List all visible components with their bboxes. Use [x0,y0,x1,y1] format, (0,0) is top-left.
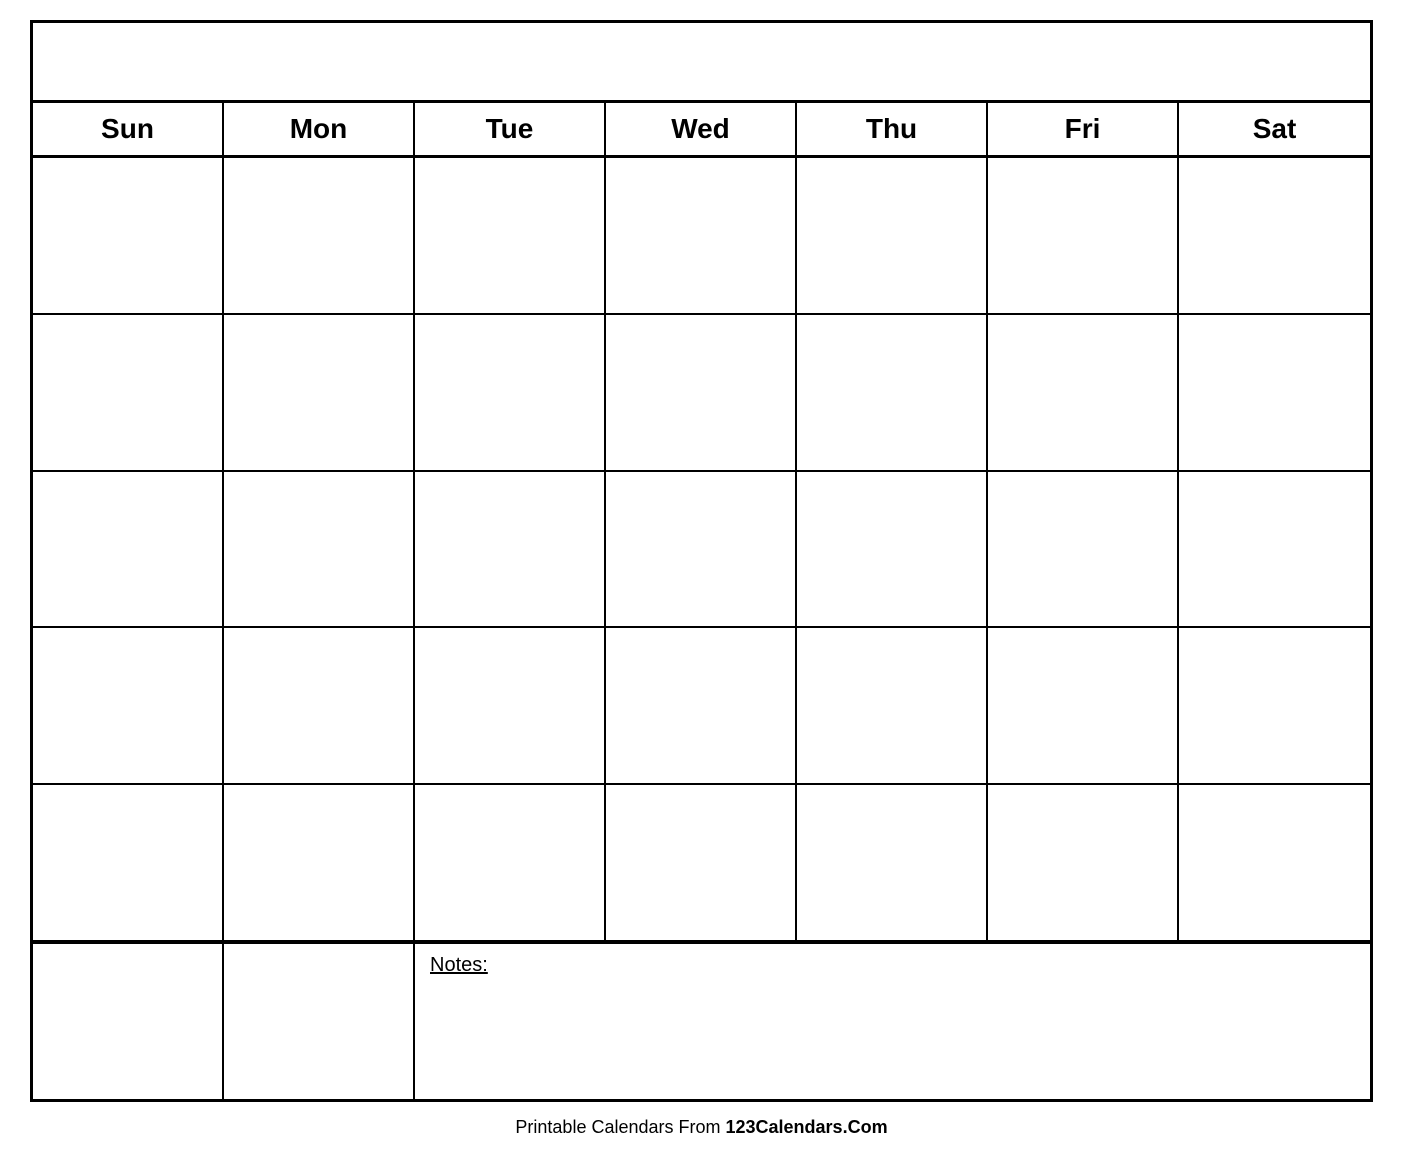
day-cell[interactable] [988,315,1179,470]
day-cell[interactable] [33,158,224,313]
day-cell[interactable] [988,158,1179,313]
day-cell[interactable] [415,628,606,783]
calendar-title-row [33,23,1370,103]
notes-row: Notes: [33,942,1370,1099]
week-row-3 [33,472,1370,629]
day-cell[interactable] [1179,785,1370,940]
day-cell[interactable] [415,315,606,470]
notes-empty-cell-2 [224,944,415,1099]
day-cell[interactable] [606,158,797,313]
header-wed: Wed [606,103,797,155]
day-cell[interactable] [33,785,224,940]
day-cell[interactable] [224,628,415,783]
footer: Printable Calendars From 123Calendars.Co… [515,1112,887,1143]
header-sun: Sun [33,103,224,155]
day-cell[interactable] [606,785,797,940]
header-thu: Thu [797,103,988,155]
day-cell[interactable] [797,315,988,470]
day-cell[interactable] [606,472,797,627]
week-row-5 [33,785,1370,942]
day-cell[interactable] [33,315,224,470]
day-cell[interactable] [606,628,797,783]
day-cell[interactable] [415,158,606,313]
calendar-grid: Sun Mon Tue Wed Thu Fri Sat [33,103,1370,1099]
day-cell[interactable] [415,785,606,940]
calendar-weeks: Notes: [33,158,1370,1099]
day-cell[interactable] [33,628,224,783]
notes-label: Notes: [430,954,488,976]
day-cell[interactable] [1179,158,1370,313]
day-cell[interactable] [33,472,224,627]
day-cell[interactable] [224,158,415,313]
header-sat: Sat [1179,103,1370,155]
day-cell[interactable] [224,472,415,627]
day-headers: Sun Mon Tue Wed Thu Fri Sat [33,103,1370,158]
header-mon: Mon [224,103,415,155]
day-cell[interactable] [988,472,1179,627]
day-cell[interactable] [224,315,415,470]
header-tue: Tue [415,103,606,155]
day-cell[interactable] [415,472,606,627]
week-row-4 [33,628,1370,785]
day-cell[interactable] [797,472,988,627]
day-cell[interactable] [988,628,1179,783]
day-cell[interactable] [797,158,988,313]
day-cell[interactable] [797,785,988,940]
notes-empty-cell-1 [33,944,224,1099]
footer-text-bold: 123Calendars.Com [726,1117,888,1137]
day-cell[interactable] [606,315,797,470]
header-fri: Fri [988,103,1179,155]
page-wrapper: Sun Mon Tue Wed Thu Fri Sat [0,0,1403,1153]
day-cell[interactable] [797,628,988,783]
day-cell[interactable] [1179,315,1370,470]
day-cell[interactable] [224,785,415,940]
calendar-container: Sun Mon Tue Wed Thu Fri Sat [30,20,1373,1102]
footer-text-normal: Printable Calendars From [515,1117,725,1137]
day-cell[interactable] [988,785,1179,940]
day-cell[interactable] [1179,472,1370,627]
day-cell[interactable] [1179,628,1370,783]
notes-content-cell[interactable]: Notes: [415,944,1370,1099]
week-row-2 [33,315,1370,472]
week-row-1 [33,158,1370,315]
